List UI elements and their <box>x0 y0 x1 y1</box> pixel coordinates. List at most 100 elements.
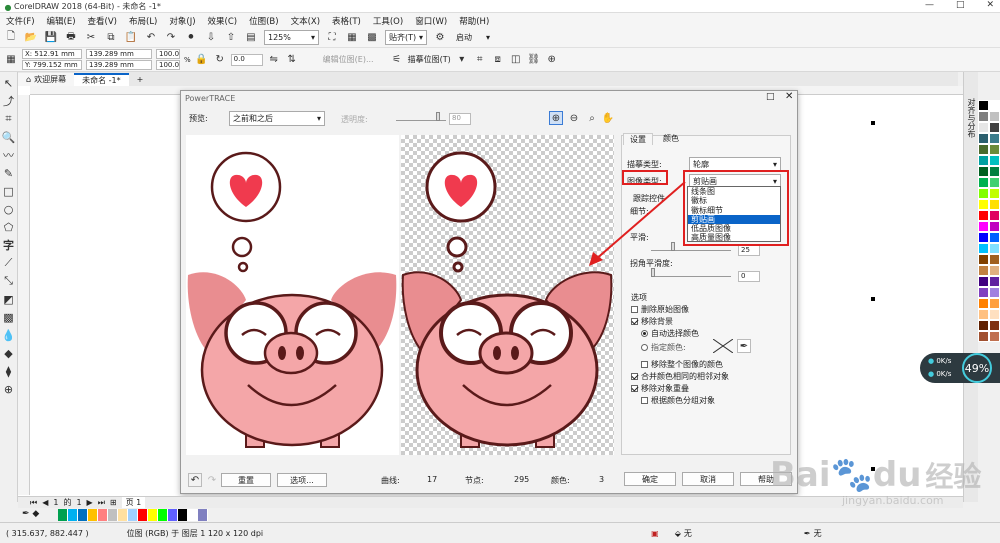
search-content-icon[interactable]: ⚫ <box>184 31 198 45</box>
palette-swatch[interactable] <box>989 243 1000 254</box>
palette-swatch[interactable] <box>989 298 1000 309</box>
cut-icon[interactable]: ✂ <box>84 31 98 45</box>
palette-swatch[interactable] <box>989 276 1000 287</box>
y-position-field[interactable]: Y: 799.152 mm <box>22 60 82 70</box>
corner-smoothness-field[interactable]: 0 <box>738 271 760 282</box>
palette-swatch[interactable] <box>978 331 989 342</box>
menu-window[interactable]: 窗口(W) <box>409 15 453 27</box>
mirror-vertical-icon[interactable]: ⇅ <box>285 53 299 67</box>
add-tool-icon[interactable]: ⊕ <box>2 382 16 396</box>
palette-swatch[interactable] <box>978 265 989 276</box>
width-field[interactable]: 139.289 mm <box>86 49 152 59</box>
minimize-button[interactable]: — <box>925 0 934 10</box>
document-palette-swatch[interactable] <box>118 509 128 521</box>
cancel-button[interactable]: 取消 <box>682 472 734 486</box>
tab-settings[interactable]: 设置 <box>623 133 653 145</box>
new-document-icon[interactable]: 🗋 <box>4 31 18 45</box>
palette-swatch[interactable] <box>978 243 989 254</box>
tab-welcome[interactable]: ⌂ 欢迎屏幕 <box>18 73 75 86</box>
undo-icon[interactable]: ↶ <box>144 31 158 45</box>
ellipse-tool-icon[interactable]: ○ <box>2 202 16 216</box>
palette-swatch[interactable] <box>989 320 1000 331</box>
zoom-tool-icon[interactable]: 🔍 <box>2 130 16 144</box>
after-preview[interactable] <box>401 135 614 455</box>
snap-combo[interactable]: 贴齐(T) ▾ <box>385 30 427 45</box>
palette-swatch[interactable] <box>978 111 989 122</box>
x-position-field[interactable]: X: 512.91 mm <box>22 49 82 59</box>
selection-handle[interactable] <box>871 121 875 125</box>
next-page-icon[interactable]: ▶ <box>87 498 93 507</box>
group-by-color-checkbox[interactable]: 根据颜色分组对象 <box>641 395 715 406</box>
last-page-icon[interactable]: ⏭ <box>98 498 105 508</box>
paste-icon[interactable]: 📋 <box>124 31 138 45</box>
remove-background-checkbox[interactable]: 移除背景 <box>631 316 673 327</box>
reset-button[interactable]: 重置 <box>221 473 271 487</box>
menu-text[interactable]: 文本(X) <box>285 15 326 27</box>
palette-swatch[interactable] <box>978 166 989 177</box>
palette-swatch[interactable] <box>978 287 989 298</box>
link-icon[interactable]: ⛓ <box>527 53 541 67</box>
selection-handle[interactable] <box>871 297 875 301</box>
print-icon[interactable]: 🖶 <box>64 31 78 45</box>
palette-swatch[interactable] <box>989 309 1000 320</box>
document-palette-swatch[interactable] <box>68 509 78 521</box>
palette-swatch[interactable] <box>989 221 1000 232</box>
new-tab-button[interactable]: + <box>129 73 152 86</box>
dialog-close-button[interactable]: ✕ <box>785 91 793 102</box>
ok-button[interactable]: 确定 <box>624 472 676 486</box>
menu-effects[interactable]: 效果(C) <box>202 15 244 27</box>
rotation-field[interactable]: 0.0 <box>230 53 263 66</box>
interactive-fill-icon[interactable]: ◆ <box>2 346 16 360</box>
menu-file[interactable]: 文件(F) <box>0 15 41 27</box>
palette-swatch[interactable] <box>978 254 989 265</box>
lock-ratio-icon[interactable]: 🔒 <box>195 53 209 67</box>
specify-color-radio[interactable]: 指定颜色: <box>641 342 686 353</box>
document-palette-swatch[interactable] <box>108 509 118 521</box>
palette-swatch[interactable] <box>989 287 1000 298</box>
menu-bitmaps[interactable]: 位图(B) <box>243 15 284 27</box>
document-palette-swatch[interactable] <box>168 509 178 521</box>
document-palette-swatch[interactable] <box>188 509 198 521</box>
tab-colors[interactable]: 颜色 <box>657 133 685 145</box>
palette-swatch[interactable] <box>989 155 1000 166</box>
dialog-maximize-button[interactable]: □ <box>766 92 775 102</box>
redo-trace-icon[interactable]: ↷ <box>205 473 219 487</box>
scale-height-field[interactable]: 100.0 <box>156 60 180 70</box>
auto-color-radio[interactable]: 自动选择颜色 <box>641 328 699 339</box>
palette-swatch[interactable] <box>989 232 1000 243</box>
launch-combo[interactable]: 启动 ▾ <box>453 30 493 45</box>
document-palette-swatch[interactable] <box>128 509 138 521</box>
network-monitor-widget[interactable]: ● 0K/s ● 0K/s 49% <box>920 353 1000 383</box>
pick-tool-icon[interactable]: ↖ <box>2 76 16 90</box>
crop-bitmap-icon[interactable]: ⌗ <box>473 53 487 67</box>
document-palette-swatch[interactable] <box>138 509 148 521</box>
chevron-down-icon[interactable]: ▾ <box>455 53 469 67</box>
redo-icon[interactable]: ↷ <box>164 31 178 45</box>
trace-bitmap-button[interactable]: 描摹位图(T) <box>408 54 451 65</box>
resample-icon[interactable]: ⧈ <box>491 53 505 67</box>
undo-trace-icon[interactable]: ↶ <box>188 473 202 487</box>
palette-swatch[interactable] <box>989 111 1000 122</box>
scale-width-field[interactable]: 100.0 <box>156 49 180 59</box>
artistic-media-icon[interactable]: ✎ <box>2 166 16 180</box>
crop-tool-icon[interactable]: ⌗ <box>2 112 16 126</box>
palette-swatch[interactable] <box>978 276 989 287</box>
menu-edit[interactable]: 编辑(E) <box>41 15 82 27</box>
palette-swatch[interactable] <box>989 210 1000 221</box>
transparency-field[interactable]: 80 <box>449 113 471 125</box>
prev-page-icon[interactable]: ◀ <box>42 498 48 507</box>
corner-smoothness-slider[interactable] <box>651 268 731 277</box>
options-button[interactable]: 选项... <box>277 473 327 487</box>
text-tool-icon[interactable]: 字 <box>2 238 16 252</box>
rectangle-tool-icon[interactable]: □ <box>2 184 16 198</box>
merge-adjacent-checkbox[interactable]: 合并颜色相同的相邻对象 <box>631 371 729 382</box>
close-button[interactable]: ✕ <box>986 0 994 10</box>
connector-tool-icon[interactable]: ⤡ <box>2 274 16 288</box>
menu-tools[interactable]: 工具(O) <box>367 15 409 27</box>
document-palette-swatch[interactable] <box>58 509 68 521</box>
full-screen-icon[interactable]: ⛶ <box>325 31 339 45</box>
palette-swatch[interactable] <box>978 298 989 309</box>
document-palette[interactable] <box>58 509 208 521</box>
freehand-tool-icon[interactable]: 〰 <box>2 148 16 162</box>
palette-swatch[interactable] <box>978 122 989 133</box>
